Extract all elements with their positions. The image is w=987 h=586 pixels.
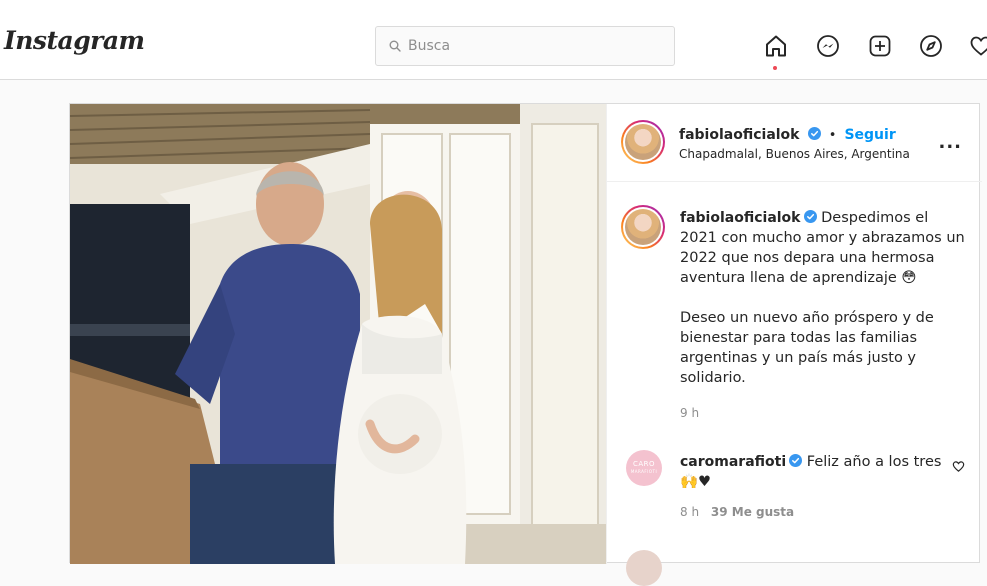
commenter-avatar-text: CARO (632, 460, 656, 468)
comment-likes[interactable]: 39 Me gusta (711, 505, 794, 519)
search-box[interactable] (375, 26, 675, 66)
top-navigation-bar: Instagram (0, 0, 987, 80)
search-icon (389, 40, 401, 52)
home-icon[interactable] (762, 32, 790, 60)
author-username[interactable]: fabiolaoficialok (679, 127, 800, 143)
search-input[interactable] (408, 38, 648, 54)
comment-block: caromarafioti Feliz año a los tres 🙌♥ 8 … (680, 452, 945, 519)
post-sidebar: fabiolaoficialok • Seguir Chapadmalal, B… (606, 104, 982, 586)
caption-timestamp[interactable]: 9 h (680, 406, 965, 420)
post-card: fabiolaoficialok • Seguir Chapadmalal, B… (69, 103, 982, 586)
like-comment-heart-icon[interactable] (952, 460, 965, 473)
caption-username[interactable]: fabiolaoficialok (680, 210, 801, 226)
verified-badge-icon (803, 210, 817, 223)
more-options-button[interactable]: ... (938, 132, 962, 153)
post-header: fabiolaoficialok • Seguir Chapadmalal, B… (607, 104, 982, 182)
follow-button[interactable]: Seguir (844, 127, 895, 143)
dot-separator: • (828, 128, 837, 143)
verified-badge-icon (807, 127, 821, 140)
commenter-avatar[interactable]: CARO MARAFIOTI (626, 450, 662, 486)
post-photo-illustration (70, 104, 606, 564)
instagram-logo[interactable]: Instagram (4, 26, 145, 55)
next-commenter-avatar[interactable] (626, 550, 662, 586)
caption-paragraph-2: Deseo un nuevo año próspero y de bienest… (680, 310, 934, 386)
messenger-icon[interactable] (814, 32, 842, 60)
new-post-icon[interactable] (866, 32, 894, 60)
notification-dot (773, 66, 777, 70)
post-location[interactable]: Chapadmalal, Buenos Aires, Argentina (679, 147, 910, 161)
caption-author-avatar[interactable] (621, 205, 665, 249)
comment-timestamp[interactable]: 8 h (680, 505, 699, 519)
explore-icon[interactable] (917, 32, 945, 60)
author-avatar[interactable] (621, 120, 665, 164)
activity-heart-icon[interactable] (967, 32, 987, 60)
comment-username[interactable]: caromarafioti (680, 454, 786, 470)
verified-badge-icon (789, 454, 803, 467)
post-photo[interactable] (70, 104, 606, 564)
commenter-avatar-subtext: MARAFIOTI (630, 469, 658, 474)
caption-block: fabiolaoficialok Despedimos el 2021 con … (680, 208, 965, 420)
